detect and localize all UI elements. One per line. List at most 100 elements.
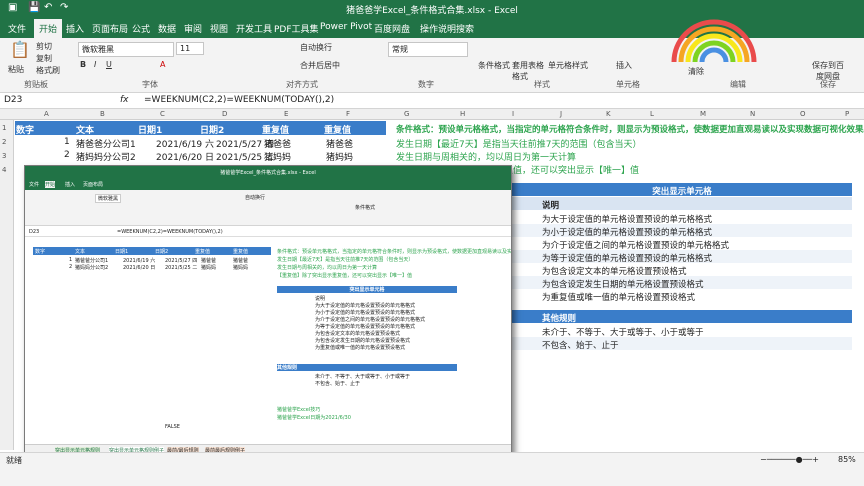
inner-table-row[interactable]: 为包含设定发生日期的单元格设置预设格式	[315, 337, 410, 344]
inner-table-col[interactable]: 说明	[315, 295, 325, 302]
col-header-l[interactable]: L	[650, 110, 654, 118]
tab-insert[interactable]: 插入	[66, 22, 84, 35]
inner-table-row[interactable]: 未介于、不等于、大于或等于、小于或等于	[315, 373, 410, 380]
inner-cell[interactable]: 猪爸爸	[201, 257, 216, 264]
inner-table-row[interactable]: 为大于设定值的单元格设置预设的单元格格式	[315, 302, 415, 309]
row-header[interactable]: 2	[2, 138, 6, 146]
inner-cond-format[interactable]: 条件格式	[355, 204, 375, 211]
table-row[interactable]: 为包含设定发生日期的单元格设置预设格式	[512, 276, 852, 290]
header-number[interactable]: 数字	[16, 123, 34, 136]
tab-home[interactable]: 开始	[34, 19, 63, 38]
inner-cell[interactable]: 猪爸爸	[233, 257, 248, 264]
header-date1[interactable]: 日期1	[138, 123, 162, 136]
col-header-m[interactable]: M	[700, 110, 706, 118]
tab-baidu[interactable]: 百度网盘	[374, 22, 410, 35]
col-header-g[interactable]: G	[404, 110, 409, 118]
col-header-h[interactable]: H	[460, 110, 465, 118]
font-name-select[interactable]: 微软雅黑	[78, 42, 174, 57]
note-recent-7days[interactable]: 发生日期【最近7天】是指当天往前推7天的范围（包含当天）	[396, 137, 641, 150]
cell-text[interactable]: 猪爸爸分公司1	[76, 137, 136, 150]
tab-file[interactable]: 文件	[8, 22, 26, 35]
inner-cell[interactable]: 1	[69, 257, 72, 263]
tab-page-layout[interactable]: 页面布局	[92, 22, 128, 35]
inner-name-box[interactable]: D23	[29, 229, 39, 235]
inner-header-dup1[interactable]: 重复值	[195, 248, 210, 255]
inner-table-row[interactable]: 为小于设定值的单元格设置预设的单元格格式	[315, 309, 415, 316]
tab-pdf[interactable]: PDF工具集	[274, 22, 319, 35]
font-color-button[interactable]: A	[160, 60, 165, 69]
inner-note[interactable]: 条件格式：预设单元格格式，当指定的单元格符合条件时，则显示为预设格式，使数据更加…	[277, 248, 511, 255]
insert-cells-button[interactable]: 插入	[616, 60, 632, 71]
col-header-b[interactable]: B	[100, 110, 105, 118]
note-conditional-format[interactable]: 条件格式：预设单元格格式，当指定的单元格符合条件时，则显示为预设格式，使数据更加…	[396, 123, 864, 135]
note-week-start[interactable]: 发生日期与周相关的，均以周日为第一天计算	[396, 150, 576, 163]
format-painter-button[interactable]: 格式刷	[36, 65, 60, 76]
inner-table-row[interactable]: 为重复值或唯一值的单元格设置预设格式	[315, 344, 405, 351]
zoom-level[interactable]: 85%	[838, 455, 856, 464]
cut-button[interactable]: 剪切	[36, 41, 52, 52]
cell-text[interactable]: 猪妈妈分公司2	[76, 150, 136, 163]
italic-button[interactable]: I	[94, 60, 96, 69]
col-header-f[interactable]: F	[346, 110, 350, 118]
cell-dup1[interactable]: 猪爸爸	[264, 137, 291, 150]
col-header-c[interactable]: C	[160, 110, 165, 118]
cell-date1[interactable]: 2021/6/19 六	[156, 137, 214, 150]
paste-icon[interactable]: 📋	[10, 40, 30, 59]
cell-number[interactable]: 1	[64, 137, 70, 147]
copy-button[interactable]: 复制	[36, 53, 52, 64]
inner-header-number[interactable]: 数字	[35, 248, 45, 255]
wrap-text-button[interactable]: 自动换行	[300, 42, 332, 53]
col-header-i[interactable]: I	[512, 110, 514, 118]
bold-button[interactable]: B	[80, 60, 86, 69]
paste-button[interactable]: 粘贴	[8, 64, 24, 75]
conditional-format-button[interactable]: 条件格式	[478, 60, 510, 71]
table-row[interactable]: 不包含、始于、止于	[512, 337, 852, 351]
tab-search[interactable]: 操作说明搜索	[420, 22, 474, 35]
inner-cell[interactable]: 2	[69, 264, 72, 270]
col-header-a[interactable]: A	[44, 110, 49, 118]
table-title[interactable]: 突出显示单元格	[512, 183, 852, 197]
table-row[interactable]: 为重复值或唯一值的单元格设置预设格式	[512, 289, 852, 303]
tab-review[interactable]: 审阅	[184, 22, 202, 35]
cell-dup1[interactable]: 猪妈妈	[264, 150, 291, 163]
col-header-n[interactable]: N	[750, 110, 755, 118]
inner-header-dup2[interactable]: 重复值	[233, 248, 248, 255]
font-size-select[interactable]: 11	[176, 42, 204, 55]
row-header[interactable]: 3	[2, 152, 6, 160]
cell-number[interactable]: 2	[64, 150, 70, 160]
inner-cell[interactable]: 猪爸爸分公司1	[75, 257, 108, 264]
row-header[interactable]: 4	[2, 166, 6, 174]
table-row[interactable]: 为等于设定值的单元格设置预设的单元格格式	[512, 250, 852, 264]
table-row[interactable]: 为介于设定值之间的单元格设置预设的单元格格式	[512, 237, 852, 251]
tab-developer[interactable]: 开发工具	[236, 22, 272, 35]
cell-dup2[interactable]: 猪妈妈	[326, 150, 353, 163]
header-dup1[interactable]: 重复值	[262, 123, 289, 136]
tab-view[interactable]: 视图	[210, 22, 228, 35]
inner-wrap[interactable]: 自动换行	[245, 194, 265, 201]
tab-formulas[interactable]: 公式	[132, 22, 150, 35]
zoom-slider[interactable]: −──────●──+	[760, 455, 819, 464]
inner-font-name[interactable]: 微软雅黑	[95, 194, 122, 203]
inner-other-title[interactable]: 其他规则	[277, 364, 457, 371]
header-text[interactable]: 文本	[76, 123, 94, 136]
inner-link[interactable]: 猪爸爸学Excel日期为2021/6/30	[277, 414, 351, 421]
inner-tab-page-layout[interactable]: 页面布局	[83, 181, 103, 188]
cell-date1[interactable]: 2021/6/20 日	[156, 150, 214, 163]
inner-header-date1[interactable]: 日期1	[115, 248, 128, 255]
header-date2[interactable]: 日期2	[200, 123, 224, 136]
inner-tab-insert[interactable]: 插入	[65, 181, 75, 188]
inner-cell[interactable]: 猪妈妈	[201, 264, 216, 271]
tab-data[interactable]: 数据	[158, 22, 176, 35]
inner-formula[interactable]: =WEEKNUM(C2,2)=WEEKNUM(TODAY(),2)	[117, 229, 223, 235]
col-header-p[interactable]: P	[845, 110, 849, 118]
table-row[interactable]: 未介于、不等于、大于或等于、小于或等于	[512, 324, 852, 338]
inner-tab-file[interactable]: 文件	[29, 181, 39, 188]
clear-button[interactable]: 清除	[688, 66, 704, 77]
col-header-e[interactable]: E	[284, 110, 288, 118]
formula-input[interactable]: =WEEKNUM(C2,2)=WEEKNUM(TODAY(),2)	[144, 95, 334, 105]
inner-cell[interactable]: 2021/6/20 日	[123, 264, 155, 271]
inner-cell[interactable]: 2021/5/27 四	[165, 257, 197, 264]
inner-cell[interactable]: 猪妈妈	[233, 264, 248, 271]
number-format-select[interactable]: 常规	[388, 42, 468, 57]
merge-center-button[interactable]: 合并后居中	[300, 60, 340, 71]
